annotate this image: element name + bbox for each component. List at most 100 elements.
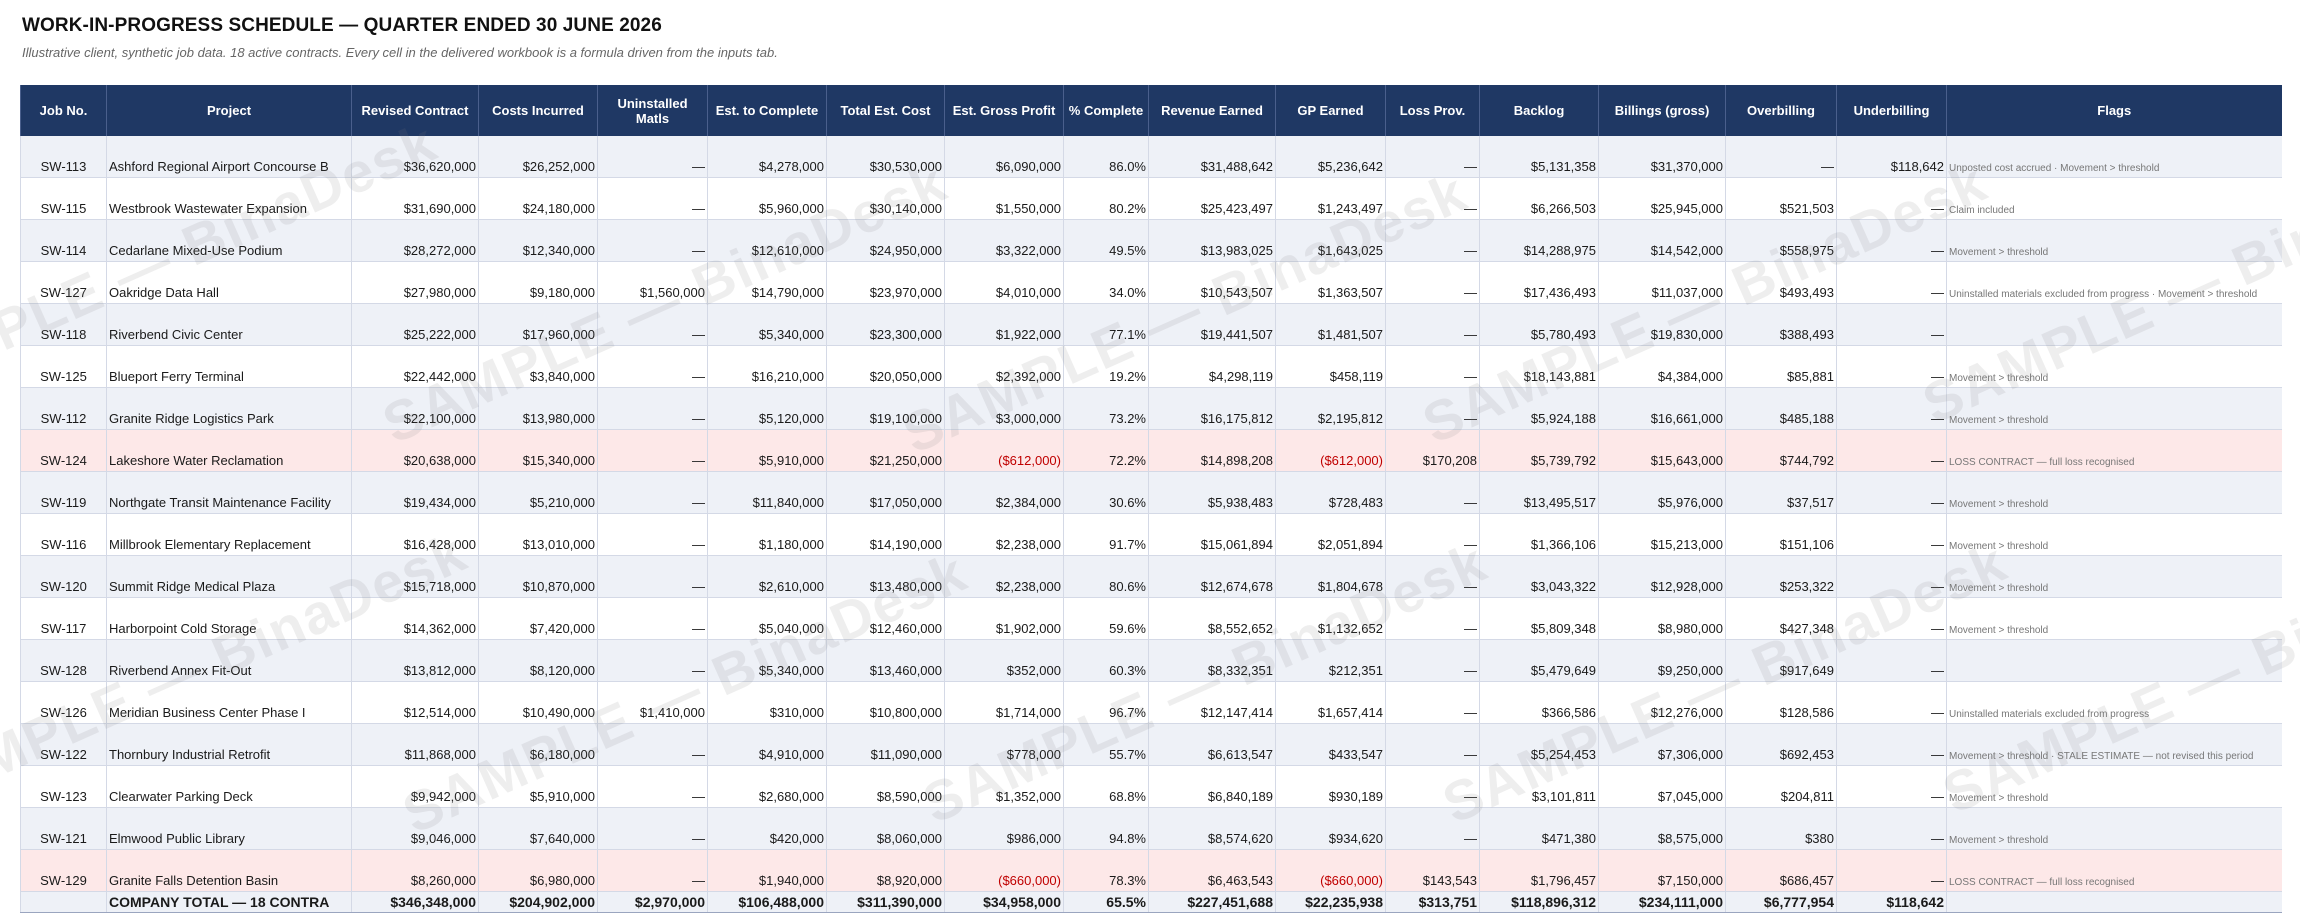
total-est-cost-cell[interactable]: $19,100,000 <box>826 387 945 430</box>
uninstalled-matls-cell[interactable]: — <box>597 513 708 556</box>
backlog-cell[interactable]: $5,780,493 <box>1479 303 1599 346</box>
flags-cell[interactable]: Movement > threshold <box>1946 513 2282 556</box>
overbilling-cell[interactable]: $388,493 <box>1725 303 1837 346</box>
job-no-cell[interactable]: SW-118 <box>20 303 107 346</box>
est-gross-profit-cell[interactable]: $1,714,000 <box>944 681 1064 724</box>
flags-cell[interactable]: Movement > threshold <box>1946 555 2282 598</box>
gp-earned-cell[interactable]: $728,483 <box>1275 471 1386 514</box>
est-to-complete-cell[interactable]: $420,000 <box>707 807 827 850</box>
table-row[interactable]: SW-113 Ashford Regional Airport Concourse… <box>20 136 2282 178</box>
pct-complete-cell[interactable]: 59.6% <box>1063 597 1149 640</box>
project-name-cell[interactable]: Millbrook Elementary Replacement <box>106 513 352 556</box>
table-row[interactable]: SW-123 Clearwater Parking Deck $9,942,000 $… <box>20 765 2282 808</box>
est-gross-profit-cell[interactable]: $1,550,000 <box>944 177 1064 220</box>
uninstalled-matls-cell[interactable]: — <box>597 723 708 766</box>
costs-incurred-cell[interactable]: $24,180,000 <box>478 177 598 220</box>
revised-contract-cell[interactable]: $15,718,000 <box>351 555 479 598</box>
gp-earned-cell[interactable]: $212,351 <box>1275 639 1386 682</box>
loss-prov-cell[interactable]: — <box>1385 723 1480 766</box>
pct-complete-cell[interactable]: 86.0% <box>1063 136 1149 178</box>
col-header-est-gross-profit[interactable]: Est. Gross Profit <box>944 85 1064 136</box>
col-header-pct-complete[interactable]: % Complete <box>1063 85 1149 136</box>
flags-cell[interactable]: Movement > threshold <box>1946 219 2282 262</box>
underbilling-cell[interactable]: — <box>1836 471 1947 514</box>
loss-prov-cell[interactable]: — <box>1385 387 1480 430</box>
revised-contract-cell[interactable]: $36,620,000 <box>351 136 479 178</box>
costs-incurred-cell[interactable]: $5,210,000 <box>478 471 598 514</box>
loss-prov-cell[interactable]: — <box>1385 555 1480 598</box>
table-row[interactable]: SW-122 Thornbury Industrial Retrofit $11,8… <box>20 723 2282 766</box>
gp-earned-cell[interactable]: $930,189 <box>1275 765 1386 808</box>
uninstalled-matls-cell[interactable]: — <box>597 387 708 430</box>
gp-earned-cell[interactable]: $2,051,894 <box>1275 513 1386 556</box>
est-to-complete-cell[interactable]: $5,120,000 <box>707 387 827 430</box>
underbilling-cell[interactable]: $118,642 <box>1836 136 1947 178</box>
overbilling-cell[interactable]: $493,493 <box>1725 261 1837 304</box>
revised-contract-cell[interactable]: $8,260,000 <box>351 849 479 892</box>
billings-cell[interactable]: $15,213,000 <box>1598 513 1726 556</box>
uninstalled-matls-cell[interactable]: — <box>597 177 708 220</box>
table-row[interactable]: SW-121 Elmwood Public Library $9,046,000 $7… <box>20 807 2282 850</box>
gp-earned-cell[interactable]: $1,363,507 <box>1275 261 1386 304</box>
est-to-complete-cell[interactable]: $5,040,000 <box>707 597 827 640</box>
project-name-cell[interactable]: Lakeshore Water Reclamation <box>106 429 352 472</box>
loss-prov-cell[interactable]: $143,543 <box>1385 849 1480 892</box>
col-header-total-est-cost[interactable]: Total Est. Cost <box>826 85 945 136</box>
job-no-cell[interactable]: SW-121 <box>20 807 107 850</box>
costs-incurred-cell[interactable]: $17,960,000 <box>478 303 598 346</box>
backlog-cell[interactable]: $3,101,811 <box>1479 765 1599 808</box>
job-no-cell[interactable]: SW-123 <box>20 765 107 808</box>
table-row[interactable]: SW-115 Westbrook Wastewater Expansion $31,… <box>20 177 2282 220</box>
flags-cell[interactable]: Movement > threshold <box>1946 345 2282 388</box>
revenue-earned-cell[interactable]: $12,674,678 <box>1148 555 1276 598</box>
overbilling-cell[interactable]: $744,792 <box>1725 429 1837 472</box>
costs-incurred-cell[interactable]: $7,420,000 <box>478 597 598 640</box>
underbilling-cell[interactable]: — <box>1836 723 1947 766</box>
loss-prov-cell[interactable]: — <box>1385 219 1480 262</box>
billings-cell[interactable]: $8,575,000 <box>1598 807 1726 850</box>
underbilling-cell[interactable]: — <box>1836 429 1947 472</box>
billings-cell[interactable]: $16,661,000 <box>1598 387 1726 430</box>
revised-contract-cell[interactable]: $14,362,000 <box>351 597 479 640</box>
uninstalled-matls-cell[interactable]: — <box>597 765 708 808</box>
project-name-cell[interactable]: Granite Ridge Logistics Park <box>106 387 352 430</box>
revised-contract-cell[interactable]: $20,638,000 <box>351 429 479 472</box>
revised-contract-cell[interactable]: $28,272,000 <box>351 219 479 262</box>
job-no-cell[interactable]: SW-115 <box>20 177 107 220</box>
pct-complete-cell[interactable]: 80.2% <box>1063 177 1149 220</box>
gp-earned-cell[interactable]: $458,119 <box>1275 345 1386 388</box>
underbilling-cell[interactable]: — <box>1836 513 1947 556</box>
backlog-cell[interactable]: $18,143,881 <box>1479 345 1599 388</box>
est-gross-profit-cell[interactable]: $3,322,000 <box>944 219 1064 262</box>
col-header-billings[interactable]: Billings (gross) <box>1598 85 1726 136</box>
revenue-earned-cell[interactable]: $14,898,208 <box>1148 429 1276 472</box>
col-header-job[interactable]: Job No. <box>20 85 107 136</box>
total-est-cost-cell[interactable]: $30,530,000 <box>826 136 945 178</box>
backlog-cell[interactable]: $5,131,358 <box>1479 136 1599 178</box>
loss-prov-cell[interactable]: — <box>1385 345 1480 388</box>
billings-cell[interactable]: $9,250,000 <box>1598 639 1726 682</box>
flags-cell[interactable]: LOSS CONTRACT — full loss recognised <box>1946 429 2282 472</box>
est-gross-profit-cell[interactable]: $6,090,000 <box>944 136 1064 178</box>
uninstalled-matls-cell[interactable]: — <box>597 345 708 388</box>
project-name-cell[interactable]: Elmwood Public Library <box>106 807 352 850</box>
project-name-cell[interactable]: Harborpoint Cold Storage <box>106 597 352 640</box>
pct-complete-cell[interactable]: 96.7% <box>1063 681 1149 724</box>
total-est-cost-cell[interactable]: $21,250,000 <box>826 429 945 472</box>
uninstalled-matls-cell[interactable]: — <box>597 471 708 514</box>
job-no-cell[interactable]: SW-119 <box>20 471 107 514</box>
overbilling-cell[interactable]: $37,517 <box>1725 471 1837 514</box>
uninstalled-matls-cell[interactable]: — <box>597 219 708 262</box>
total-est-cost-cell[interactable]: $23,300,000 <box>826 303 945 346</box>
est-to-complete-cell[interactable]: $1,180,000 <box>707 513 827 556</box>
flags-cell[interactable]: Uninstalled materials excluded from prog… <box>1946 261 2282 304</box>
job-no-cell[interactable]: SW-122 <box>20 723 107 766</box>
billings-cell[interactable]: $11,037,000 <box>1598 261 1726 304</box>
est-gross-profit-cell[interactable]: $778,000 <box>944 723 1064 766</box>
revised-contract-cell[interactable]: $13,812,000 <box>351 639 479 682</box>
overbilling-cell[interactable]: $917,649 <box>1725 639 1837 682</box>
backlog-cell[interactable]: $17,436,493 <box>1479 261 1599 304</box>
pct-complete-cell[interactable]: 91.7% <box>1063 513 1149 556</box>
uninstalled-matls-cell[interactable]: — <box>597 429 708 472</box>
total-est-cost-cell[interactable]: $13,480,000 <box>826 555 945 598</box>
